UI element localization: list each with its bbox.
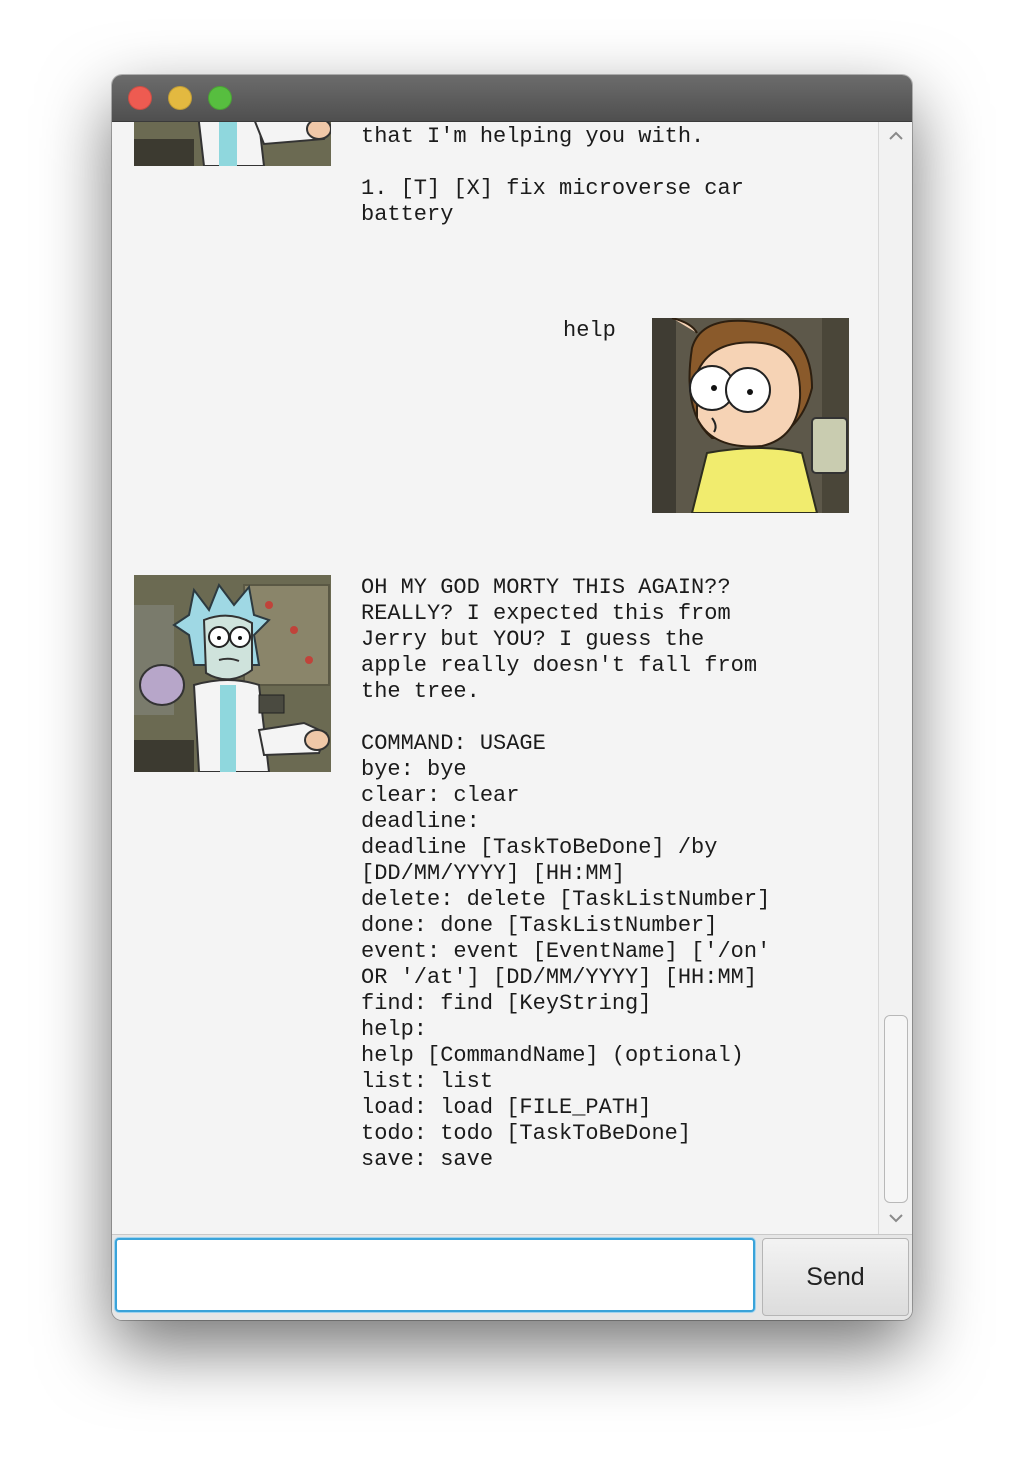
chevron-down-icon[interactable] [888,1210,904,1226]
input-bar: Send [112,1234,912,1320]
zoom-window-button[interactable] [208,86,232,110]
chevron-up-icon[interactable] [888,128,904,144]
bot-message-text: that I'm helping you with. 1. [T] [X] fi… [361,124,744,227]
morty-avatar [652,318,849,513]
send-button[interactable]: Send [762,1238,909,1316]
close-window-button[interactable] [128,86,152,110]
rick-avatar [134,122,331,166]
title-bar [112,75,912,122]
rick-avatar [134,575,331,772]
vertical-scrollbar[interactable] [878,122,912,1234]
app-window: that I'm helping you with. 1. [T] [X] fi… [112,75,912,1320]
user-message-text: help [563,318,616,343]
minimize-window-button[interactable] [168,86,192,110]
scrollbar-thumb[interactable] [884,1015,908,1203]
message-input[interactable] [115,1238,755,1312]
bot-message-text: OH MY GOD MORTY THIS AGAIN?? REALLY? I e… [361,575,771,1172]
dialog-container[interactable]: that I'm helping you with. 1. [T] [X] fi… [112,122,878,1234]
